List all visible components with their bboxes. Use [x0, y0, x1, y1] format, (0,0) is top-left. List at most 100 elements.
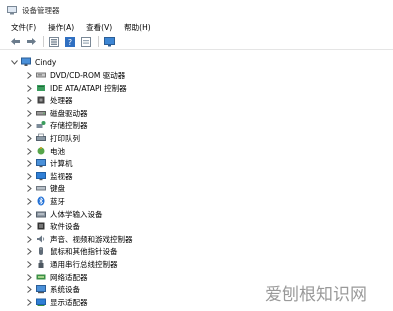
monitor-icon — [36, 171, 46, 181]
system-device-icon — [36, 284, 46, 294]
title-bar: 设备管理器 — [0, 0, 393, 21]
tree-item-label: 磁盘驱动器 — [50, 108, 88, 118]
forward-arrow-icon[interactable] — [25, 36, 37, 48]
tree-item-label: 鼠标和其他指针设备 — [50, 246, 118, 256]
sound-icon — [36, 234, 46, 244]
ide-controller-icon — [36, 83, 46, 93]
properties-icon[interactable] — [80, 36, 92, 48]
tree-item-label: 系统设备 — [50, 284, 80, 294]
dvd-drive-icon — [36, 70, 46, 80]
chevron-right-icon[interactable] — [26, 132, 33, 144]
software-device-icon — [36, 221, 46, 231]
bluetooth-icon — [36, 196, 46, 206]
print-queue-icon — [36, 133, 46, 143]
chevron-right-icon[interactable] — [26, 195, 33, 207]
chevron-right-icon[interactable] — [26, 107, 33, 119]
grid-view-icon[interactable] — [48, 36, 60, 48]
chevron-right-icon[interactable] — [26, 145, 33, 157]
chevron-right-icon[interactable] — [26, 208, 33, 220]
tree-item-label: 监视器 — [50, 171, 73, 181]
help-icon[interactable]: ? — [64, 36, 76, 48]
tree-item[interactable]: DVD/CD-ROM 驱动器 — [26, 69, 125, 81]
tree-item[interactable]: 网络适配器 — [26, 271, 88, 283]
battery-icon — [36, 146, 46, 156]
disk-drive-icon — [36, 108, 46, 118]
svg-text:?: ? — [68, 38, 72, 47]
mouse-icon — [36, 246, 46, 256]
tree-item-label: DVD/CD-ROM 驱动器 — [50, 70, 126, 80]
tree-item[interactable]: 打印队列 — [26, 132, 80, 144]
tree-item[interactable]: 存储控制器 — [26, 119, 88, 131]
tree-item[interactable]: 计算机 — [26, 157, 73, 169]
tree-item[interactable]: 键盘 — [26, 182, 65, 194]
tree-item-label: 存储控制器 — [50, 120, 88, 130]
device-manager-icon — [7, 6, 17, 15]
chevron-right-icon[interactable] — [26, 233, 33, 245]
tree-item-label: 通用串行总线控制器 — [50, 259, 118, 269]
chevron-right-icon[interactable] — [26, 170, 33, 182]
tree-item[interactable]: 声音、视频和游戏控制器 — [26, 233, 133, 245]
chevron-right-icon[interactable] — [26, 258, 33, 270]
chevron-down-icon[interactable] — [11, 56, 18, 68]
computer-icon — [21, 57, 31, 67]
chevron-right-icon[interactable] — [26, 220, 33, 232]
processor-icon — [36, 95, 46, 105]
toolbar: ? — [0, 34, 393, 50]
tree-item[interactable]: 系统设备 — [26, 283, 80, 295]
menu-file[interactable]: 文件(F) — [11, 22, 36, 33]
hid-icon — [36, 209, 46, 219]
tree-item-label: 键盘 — [50, 183, 65, 193]
tree-item-label: 人体学输入设备 — [50, 209, 103, 219]
toolbar-separator — [98, 36, 99, 47]
tree-item-label: 软件设备 — [50, 221, 80, 231]
tree-item-label: 电池 — [50, 146, 65, 156]
chevron-right-icon[interactable] — [26, 271, 33, 283]
network-adapter-icon — [36, 272, 46, 282]
tree-item[interactable]: 人体学输入设备 — [26, 208, 103, 220]
tree-item-label: 蓝牙 — [50, 196, 65, 206]
tree-item-label: 打印队列 — [50, 133, 80, 143]
watermark-text: 爱刨根知识网 — [265, 285, 367, 305]
tree-root-label: Cindy — [35, 57, 57, 67]
menu-view[interactable]: 查看(V) — [86, 22, 112, 33]
tree-item[interactable]: 电池 — [26, 145, 65, 157]
chevron-right-icon[interactable] — [26, 94, 33, 106]
tree-root[interactable]: Cindy — [11, 56, 56, 68]
chevron-right-icon[interactable] — [26, 283, 33, 295]
tree-item[interactable]: 蓝牙 — [26, 195, 65, 207]
usb-icon — [36, 259, 46, 269]
menu-help[interactable]: 帮助(H) — [124, 22, 151, 33]
tree-item-label: 声音、视频和游戏控制器 — [50, 234, 133, 244]
chevron-right-icon[interactable] — [26, 69, 33, 81]
tree-item[interactable]: 鼠标和其他指针设备 — [26, 245, 118, 257]
tree-item[interactable]: 通用串行总线控制器 — [26, 258, 118, 270]
menu-bar: 文件(F) 操作(A) 查看(V) 帮助(H) — [0, 21, 393, 34]
chevron-right-icon[interactable] — [26, 296, 33, 308]
chevron-right-icon[interactable] — [26, 182, 33, 194]
keyboard-icon — [36, 183, 46, 193]
tree-item[interactable]: 软件设备 — [26, 220, 80, 232]
tree-item-label: IDE ATA/ATAPI 控制器 — [50, 83, 127, 93]
tree-item[interactable]: 监视器 — [26, 170, 73, 182]
storage-controller-icon — [36, 120, 46, 130]
chevron-right-icon[interactable] — [26, 119, 33, 131]
tree-item[interactable]: 处理器 — [26, 94, 73, 106]
display-adapter-icon — [36, 297, 46, 307]
back-arrow-icon[interactable] — [9, 36, 21, 48]
tree-item[interactable]: 磁盘驱动器 — [26, 107, 88, 119]
tree-item-label: 计算机 — [50, 158, 73, 168]
tree-item-label: 网络适配器 — [50, 272, 88, 282]
toolbar-separator — [43, 36, 44, 47]
monitor-icon[interactable] — [103, 36, 115, 48]
computer-icon — [36, 158, 46, 168]
window-title: 设备管理器 — [22, 6, 60, 15]
tree-item-label: 处理器 — [50, 95, 73, 105]
tree-item[interactable]: IDE ATA/ATAPI 控制器 — [26, 82, 127, 94]
chevron-right-icon[interactable] — [26, 82, 33, 94]
tree-item-label: 显示适配器 — [50, 297, 88, 307]
device-tree: Cindy DVD/CD-ROM 驱动器 IDE ATA/ATAPI 控制器 处理器… — [0, 55, 393, 311]
menu-action[interactable]: 操作(A) — [48, 22, 74, 33]
chevron-right-icon[interactable] — [26, 245, 33, 257]
tree-item[interactable]: 显示适配器 — [26, 296, 88, 308]
chevron-right-icon[interactable] — [26, 157, 33, 169]
